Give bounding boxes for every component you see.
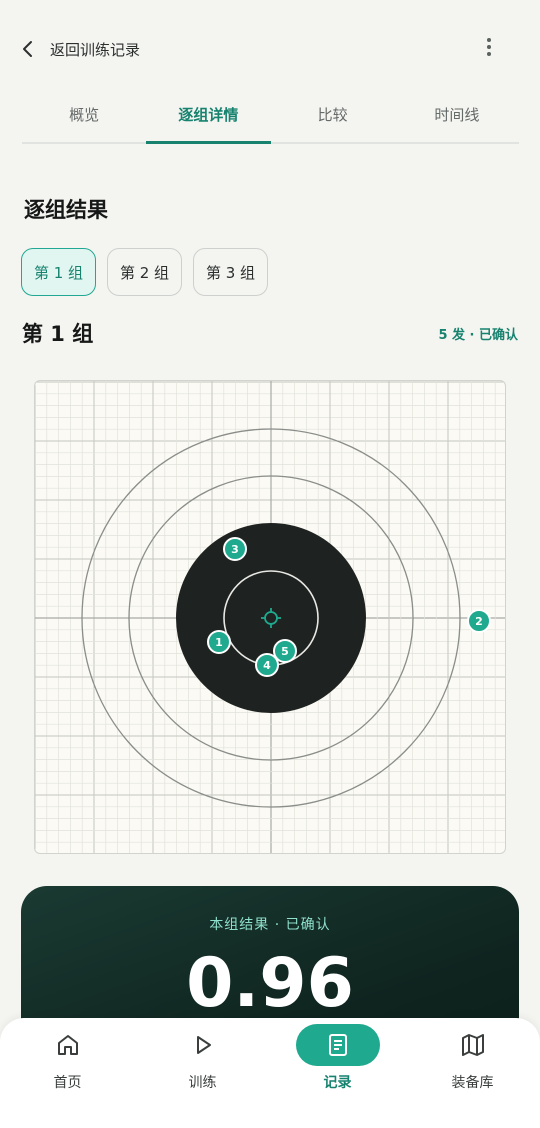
shot-marker-3[interactable]: 3 — [223, 537, 247, 561]
tab-group-details[interactable]: 逐组详情 — [146, 86, 271, 144]
section-title: 逐组结果 — [24, 198, 108, 222]
more-options-button[interactable] — [476, 36, 502, 62]
tab-bar: 概览 逐组详情 比较 时间线 — [22, 86, 519, 144]
bottom-nav: 首页 训练 记录 装备库 — [0, 1018, 540, 1128]
tab-compare[interactable]: 比较 — [271, 86, 395, 142]
group-chip-2[interactable]: 第 2 组 — [107, 248, 182, 296]
shot-label-1: 1 — [215, 636, 223, 649]
shot-label-4: 4 — [263, 659, 271, 672]
nav-label-training: 训练 — [188, 1075, 217, 1091]
chevron-left-icon — [18, 39, 38, 59]
more-vertical-icon — [486, 37, 492, 61]
result-score: 0.96 — [186, 944, 354, 1023]
group-status: 5 发 · 已确认 — [438, 328, 518, 343]
group-chip-3[interactable]: 第 3 组 — [193, 248, 268, 296]
shot-marker-2[interactable]: 2 — [467, 609, 491, 633]
nav-item-records[interactable]: 记录 — [270, 1018, 405, 1128]
target-bullseye — [176, 523, 366, 713]
nav-label-records: 记录 — [323, 1075, 352, 1091]
back-button[interactable]: 返回训练记录 — [18, 34, 140, 64]
result-label: 本组结果 · 已确认 — [209, 917, 331, 933]
target-diagram: 3 1 4 5 2 — [35, 381, 505, 853]
shot-label-5: 5 — [281, 645, 289, 658]
shot-marker-1[interactable]: 1 — [207, 630, 231, 654]
page: 返回训练记录 概览 逐组详情 比较 时间线 逐组结果 第 1 组 第 2 组 第… — [0, 0, 540, 1128]
group-chip-1[interactable]: 第 1 组 — [21, 248, 96, 296]
group-selector: 第 1 组 第 2 组 第 3 组 — [21, 248, 268, 296]
shot-label-3: 3 — [231, 543, 239, 556]
nav-item-home[interactable]: 首页 — [0, 1018, 135, 1128]
nav-item-training[interactable]: 训练 — [135, 1018, 270, 1128]
play-icon — [161, 1024, 245, 1066]
back-label: 返回训练记录 — [50, 40, 141, 59]
map-icon — [431, 1024, 515, 1066]
shot-label-2: 2 — [475, 615, 483, 628]
shot-marker-5[interactable]: 5 — [273, 639, 297, 663]
top-bar: 返回训练记录 — [0, 0, 540, 98]
home-icon — [26, 1024, 110, 1066]
tab-overview[interactable]: 概览 — [22, 86, 146, 142]
target-card: 3 1 4 5 2 — [34, 380, 506, 854]
document-icon — [295, 1024, 380, 1066]
nav-label-home: 首页 — [53, 1075, 82, 1091]
group-title: 第 1 组 — [22, 322, 94, 346]
nav-label-equipment: 装备库 — [451, 1075, 494, 1091]
tab-timeline[interactable]: 时间线 — [395, 86, 519, 142]
nav-item-equipment[interactable]: 装备库 — [405, 1018, 540, 1128]
shot-marker-4[interactable]: 4 — [255, 653, 279, 677]
